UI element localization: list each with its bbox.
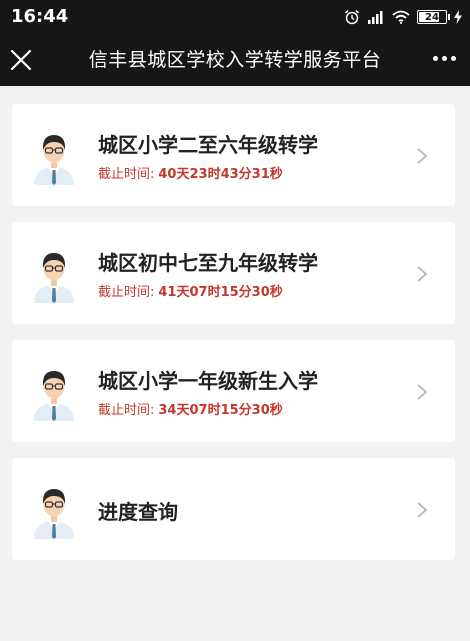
deadline-label: 截止时间: xyxy=(98,285,155,300)
avatar-icon xyxy=(34,253,74,303)
service-card-junior-transfer[interactable]: 城区初中七至九年级转学 截止时间: 41天07时15分30秒 xyxy=(12,222,455,324)
chevron-right-icon xyxy=(417,384,428,400)
status-icons: 24 xyxy=(344,8,462,26)
deadline-label: 截止时间: xyxy=(98,403,155,418)
card-title: 城区小学二至六年级转学 xyxy=(98,133,318,157)
card-deadline: 截止时间: 40天23时43分31秒 xyxy=(98,163,283,182)
service-card-grade1-enrollment[interactable]: 城区小学一年级新生入学 截止时间: 34天07时15分30秒 xyxy=(12,340,455,442)
close-icon[interactable] xyxy=(7,46,35,74)
battery-icon: 24 xyxy=(417,10,450,24)
battery-level: 24 xyxy=(425,12,439,23)
chevron-right-icon xyxy=(417,266,428,282)
card-title: 城区小学一年级新生入学 xyxy=(98,369,318,393)
status-bar: 16:44 24 xyxy=(0,0,470,34)
card-deadline: 截止时间: 41天07时15分30秒 xyxy=(98,281,283,300)
deadline-countdown: 40天23时43分31秒 xyxy=(158,167,283,182)
deadline-label: 截止时间: xyxy=(98,167,155,182)
avatar-icon xyxy=(34,489,74,539)
service-card-progress-query[interactable]: 进度查询 xyxy=(12,458,455,560)
wifi-icon xyxy=(392,10,410,24)
signal-icon xyxy=(368,11,383,24)
service-card-primary-transfer[interactable]: 城区小学二至六年级转学 截止时间: 40天23时43分31秒 xyxy=(12,104,455,206)
card-title: 进度查询 xyxy=(98,500,178,524)
nav-bar: 信丰县城区学校入学转学服务平台 xyxy=(0,34,470,86)
chevron-right-icon xyxy=(417,502,428,518)
more-icon[interactable] xyxy=(433,56,456,61)
deadline-countdown: 41天07时15分30秒 xyxy=(158,285,283,300)
page-title: 信丰县城区学校入学转学服务平台 xyxy=(88,49,382,71)
status-time: 16:44 xyxy=(11,6,69,27)
chevron-right-icon xyxy=(417,148,428,164)
deadline-countdown: 34天07时15分30秒 xyxy=(158,403,283,418)
avatar-icon xyxy=(34,371,74,421)
avatar-icon xyxy=(34,135,74,185)
charging-icon xyxy=(454,10,462,24)
alarm-icon xyxy=(344,9,360,25)
card-title: 城区初中七至九年级转学 xyxy=(98,251,318,275)
card-deadline: 截止时间: 34天07时15分30秒 xyxy=(98,399,283,418)
